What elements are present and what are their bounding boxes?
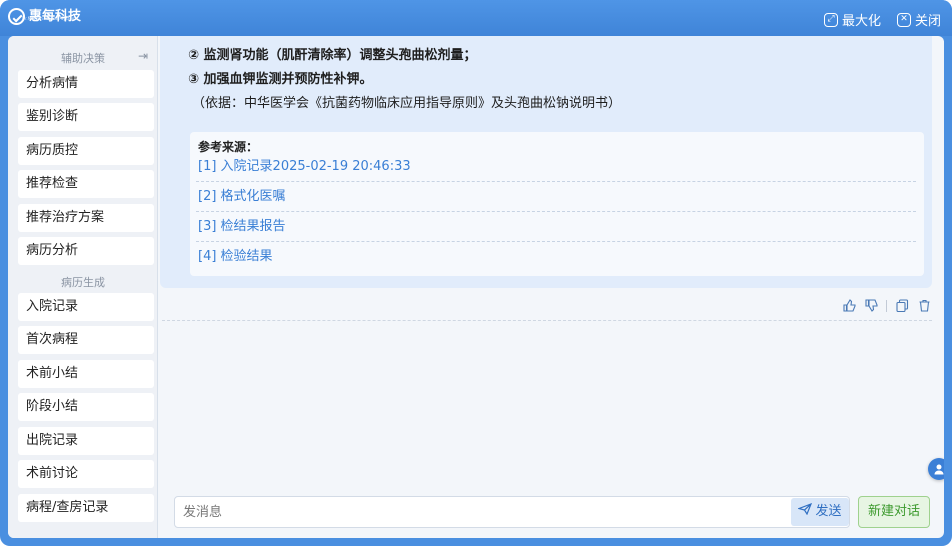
sidebar-item-quality[interactable]: 病历质控: [18, 137, 154, 165]
composer: 发送: [174, 496, 850, 528]
app-window: 惠每科技 Dr.Mayson Medical System ⤢ 最大化 ✕ 关闭…: [0, 0, 952, 546]
chat-area: ② 监测肾功能（肌酐清除率）调整头孢曲松剂量； ③ 加强血钾监测并预防性补钾。 …: [160, 36, 944, 538]
message-line: ③ 加强血钾监测并预防性补钾。: [188, 72, 373, 87]
thumbs-up-icon[interactable]: [842, 299, 856, 313]
sidebar-item-analyze[interactable]: 分析病情: [18, 70, 154, 98]
collapse-sidebar-icon[interactable]: ⇥: [136, 49, 150, 63]
sidebar-item-first-course[interactable]: 首次病程: [18, 326, 154, 354]
sidebar-item-recommend-treatment[interactable]: 推荐治疗方案: [18, 204, 154, 232]
sidebar-item-preop-summary[interactable]: 术前小结: [18, 360, 154, 388]
new-chat-button[interactable]: 新建对话: [858, 496, 930, 528]
sidebar-item-record-analysis[interactable]: 病历分析: [18, 237, 154, 265]
send-icon: [797, 498, 813, 526]
actions-divider: [886, 300, 887, 312]
reference-link[interactable]: [3] 检结果报告: [196, 212, 916, 242]
close-label: 关闭: [915, 14, 942, 29]
send-label: 发送: [815, 504, 842, 519]
sidebar-item-preop-discussion[interactable]: 术前讨论: [18, 460, 154, 488]
close-button[interactable]: ✕ 关闭: [897, 10, 941, 29]
message-basis: （依据：中华医学会《抗菌药物临床应用指导原则》及头孢曲松钠说明书）: [192, 96, 622, 111]
main-body: 辅助决策 ⇥ 分析病情 鉴别诊断 病历质控 推荐检查 推荐治疗方案 病历分析 病…: [8, 36, 944, 538]
sidebar-item-ward-round[interactable]: 病程/查房记录: [18, 494, 154, 522]
sidebar: 辅助决策 ⇥ 分析病情 鉴别诊断 病历质控 推荐检查 推荐治疗方案 病历分析 病…: [8, 36, 158, 538]
maximize-icon: ⤢: [824, 12, 838, 27]
sidebar-section-records: 病历生成: [61, 276, 105, 289]
reference-link[interactable]: [4] 检验结果: [196, 242, 916, 272]
message-line: ② 监测肾功能（肌酐清除率）调整头孢曲松剂量；: [188, 48, 477, 63]
thumbs-down-icon[interactable]: [864, 299, 878, 313]
close-icon: ✕: [897, 12, 911, 27]
brand-subtitle: Dr.Mayson Medical System: [22, 16, 76, 21]
assistant-message: ② 监测肾功能（肌酐清除率）调整头孢曲松剂量； ③ 加强血钾监测并预防性补钾。 …: [160, 36, 932, 288]
sidebar-item-stage-summary[interactable]: 阶段小结: [18, 393, 154, 421]
references-card: 参考来源： [1] 入院记录2025-02-19 20:46:33 [2] 格式…: [190, 132, 924, 276]
message-divider: [162, 320, 932, 321]
send-button[interactable]: 发送: [791, 498, 849, 526]
sidebar-item-discharge[interactable]: 出院记录: [18, 427, 154, 455]
message-actions: [842, 298, 939, 314]
maximize-button[interactable]: ⤢ 最大化: [824, 10, 881, 29]
reference-link[interactable]: [2] 格式化医嘱: [196, 182, 916, 212]
title-bar: 惠每科技 Dr.Mayson Medical System ⤢ 最大化 ✕ 关闭: [0, 0, 952, 36]
assistant-avatar-icon[interactable]: [928, 458, 944, 480]
sidebar-item-differential[interactable]: 鉴别诊断: [18, 103, 154, 131]
maximize-label: 最大化: [842, 14, 882, 29]
delete-icon[interactable]: [917, 299, 931, 313]
reference-link[interactable]: [1] 入院记录2025-02-19 20:46:33: [196, 152, 916, 182]
message-input[interactable]: [175, 497, 789, 527]
copy-icon[interactable]: [895, 299, 909, 313]
sidebar-item-admission[interactable]: 入院记录: [18, 293, 154, 321]
sidebar-item-recommend-exam[interactable]: 推荐检查: [18, 170, 154, 198]
